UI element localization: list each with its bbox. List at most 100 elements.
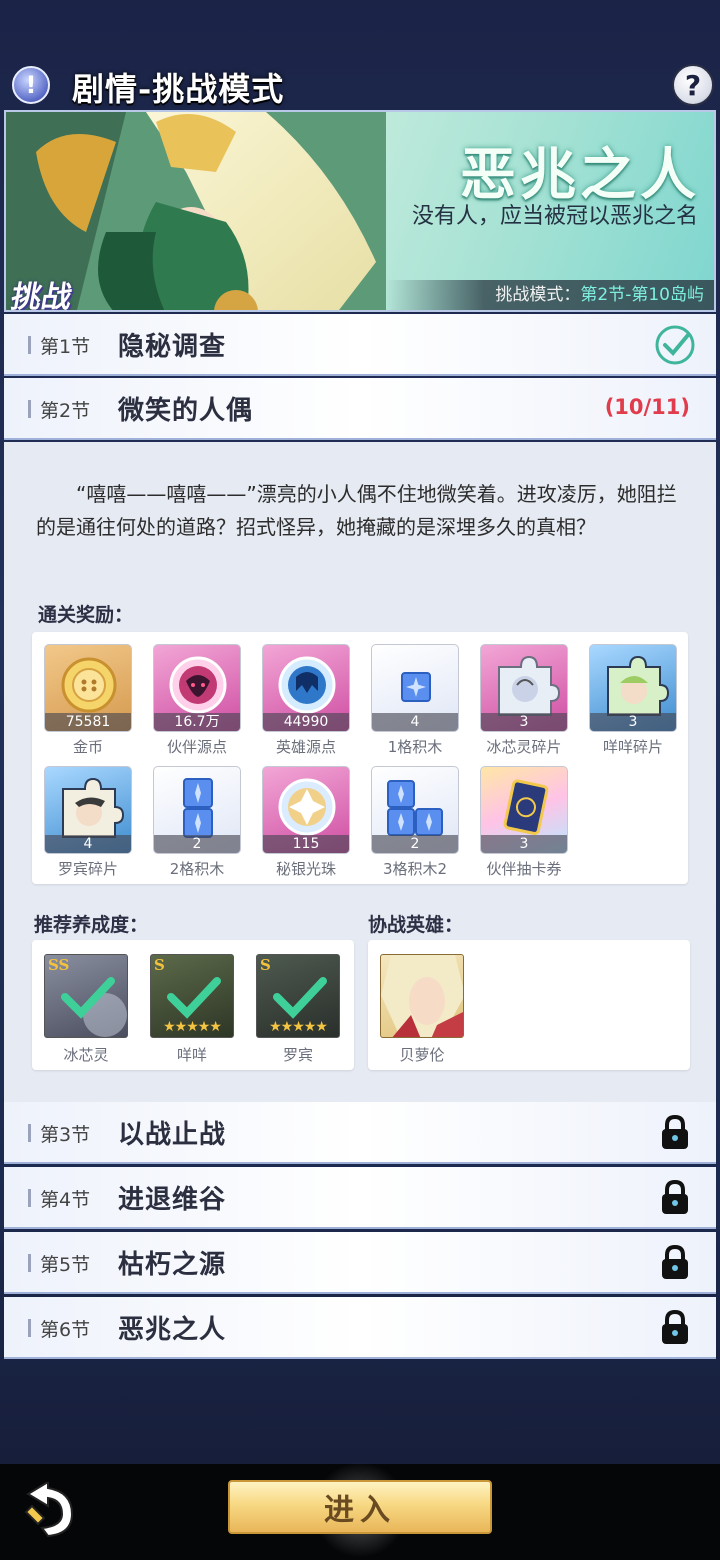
page-title: 剧情-挑战模式 (72, 70, 285, 108)
section-name: 恶兆之人 (118, 1315, 227, 1345)
hero-portrait: S ★★★★★ (256, 954, 340, 1038)
section-number: 第1节 (40, 336, 91, 358)
star-rating-icon: ★★★★★ (269, 1019, 328, 1035)
reward-count: 75581 (45, 713, 131, 731)
reward-name: 罗宾碎片 (57, 860, 118, 878)
reward-item[interactable]: 3 冰芯灵碎片 (480, 644, 568, 756)
section-progress: (10/11) (604, 395, 690, 419)
section-detail-panel: “嘻嘻——嘻嘻——”漂亮的小人偶不住地微笑着。进攻凌厉，她阻拦的是通往何处的道路… (4, 442, 716, 1102)
section-marker (28, 1319, 31, 1337)
puzzle-piece-icon: 3 (480, 644, 568, 732)
section-number: 第5节 (40, 1254, 91, 1276)
section-number: 第4节 (40, 1189, 91, 1211)
section-number: 第6节 (40, 1319, 91, 1341)
section-row-3[interactable]: 第3节 以战止战 (4, 1102, 716, 1164)
info-button[interactable]: ! (12, 66, 50, 104)
reward-item[interactable]: 2 3格积木2 (371, 766, 459, 878)
help-button[interactable]: ? (672, 64, 714, 106)
rewards-label: 通关奖励： (38, 604, 134, 626)
recommend-label: 推荐养成度： (34, 914, 149, 936)
block-1-icon: 4 (371, 644, 459, 732)
section-row-5[interactable]: 第5节 枯朽之源 (4, 1232, 716, 1294)
chapter-banner: 恶兆之人 没有人，应当被冠以恶兆之名 挑战 挑战模式：第2节-第10岛屿 (4, 110, 716, 312)
check-circle-icon (655, 325, 695, 365)
lock-icon (662, 1115, 688, 1149)
reward-count: 3 (590, 713, 676, 731)
section-name: 以战止战 (118, 1120, 227, 1150)
reward-item[interactable]: 115 秘银光珠 (262, 766, 350, 878)
puzzle-piece-icon: 4 (44, 766, 132, 854)
reward-item[interactable]: 75581 金币 (44, 644, 132, 756)
lock-icon (662, 1245, 688, 1279)
section-row-1[interactable]: 第1节 隐秘调查 (4, 314, 716, 376)
section-number: 第3节 (40, 1124, 91, 1146)
section-name: 微笑的人偶 (118, 396, 254, 426)
reward-item[interactable]: 3 伙伴抽卡券 (480, 766, 568, 878)
section-marker (28, 400, 31, 418)
section-marker (28, 1254, 31, 1272)
reward-name: 伙伴抽卡券 (486, 860, 562, 878)
reward-item[interactable]: 4 罗宾碎片 (44, 766, 132, 878)
lock-icon (662, 1310, 688, 1344)
block-2-icon: 2 (153, 766, 241, 854)
section-name: 隐秘调查 (118, 332, 227, 362)
recommend-card: SS 冰芯灵 S ★★★★★ 咩咩 S ★★★★★ 罗宾 (32, 940, 354, 1070)
section-number: 第2节 (40, 400, 91, 422)
portrait-art (381, 955, 463, 1037)
rewards-card: 75581 金币 16.7万 伙伴源点 44990 英雄源点 4 1格积木 3 … (32, 632, 688, 884)
mode-range: 第2节-第10岛屿 (580, 285, 704, 305)
exclamation-icon: ! (25, 71, 37, 99)
reward-count: 4 (372, 713, 458, 731)
challenge-badge: 挑战 (8, 280, 75, 312)
assist-hero[interactable]: 贝萝伦 (380, 954, 464, 1065)
reward-name: 秘银光珠 (275, 860, 336, 878)
hero-name: 咩咩 (176, 1046, 207, 1064)
section-marker (28, 336, 31, 354)
coin-icon: 75581 (44, 644, 132, 732)
lock-icon (662, 1180, 688, 1214)
recommended-hero[interactable]: SS 冰芯灵 (44, 954, 128, 1065)
puzzle-piece-icon: 3 (589, 644, 677, 732)
reward-count: 44990 (263, 713, 349, 731)
header: ! 剧情-挑战模式 ? (0, 58, 720, 110)
reward-name: 英雄源点 (275, 738, 336, 756)
reward-item[interactable]: 16.7万 伙伴源点 (153, 644, 241, 756)
reward-name: 1格积木 (387, 738, 443, 756)
mithril-orb-icon: 115 (262, 766, 350, 854)
reward-count: 16.7万 (154, 713, 240, 731)
reward-item[interactable]: 44990 英雄源点 (262, 644, 350, 756)
section-marker (28, 1124, 31, 1142)
challenge-mode-info: 挑战模式：第2节-第10岛屿 (386, 280, 714, 310)
hero-portrait (380, 954, 464, 1038)
mode-label: 挑战模式： (495, 285, 581, 305)
reward-count: 3 (481, 713, 567, 731)
section-row-6[interactable]: 第6节 恶兆之人 (4, 1297, 716, 1359)
section-row-4[interactable]: 第4节 进退维谷 (4, 1167, 716, 1229)
enter-label: 进入 (324, 1493, 396, 1528)
section-name: 枯朽之源 (118, 1250, 227, 1280)
section-row-2[interactable]: 第2节 微笑的人偶 (10/11) (4, 378, 716, 440)
card-ticket-icon: 3 (480, 766, 568, 854)
assist-label: 协战英雄： (368, 914, 464, 936)
section-description: “嘻嘻——嘻嘻——”漂亮的小人偶不住地微笑着。进攻凌厉，她阻拦的是通往何处的道路… (36, 482, 677, 539)
hero-name: 贝萝伦 (399, 1046, 445, 1064)
hero-portrait: SS (44, 954, 128, 1038)
reward-item[interactable]: 4 1格积木 (371, 644, 459, 756)
recommended-hero[interactable]: S ★★★★★ 咩咩 (150, 954, 234, 1065)
reward-item[interactable]: 3 咩咩碎片 (589, 644, 677, 756)
check-icon (61, 977, 127, 1037)
enter-button[interactable]: 进入 (228, 1480, 492, 1534)
hero-source-icon: 44990 (262, 644, 350, 732)
hero-name: 罗宾 (282, 1046, 313, 1064)
reward-count: 2 (372, 835, 458, 853)
recommended-hero[interactable]: S ★★★★★ 罗宾 (256, 954, 340, 1065)
reward-name: 2格积木 (169, 860, 225, 878)
reward-count: 4 (45, 835, 131, 853)
reward-item[interactable]: 2 2格积木 (153, 766, 241, 878)
reward-name: 3格积木2 (382, 860, 448, 878)
back-arrow-icon[interactable] (18, 1482, 78, 1542)
reward-count: 2 (154, 835, 240, 853)
reward-name: 冰芯灵碎片 (486, 738, 562, 756)
block-3-icon: 2 (371, 766, 459, 854)
section-marker (28, 1189, 31, 1207)
